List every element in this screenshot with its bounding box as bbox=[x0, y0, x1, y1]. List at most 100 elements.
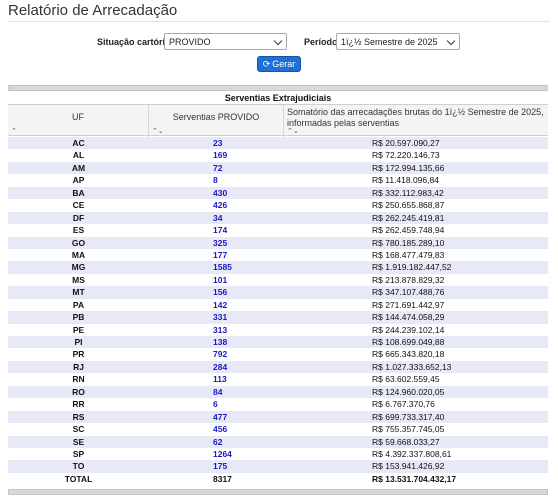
cell-serventias-link[interactable]: 23 bbox=[213, 138, 273, 148]
cell-uf: RN bbox=[72, 374, 85, 385]
chevron-down-icon bbox=[273, 36, 283, 46]
sort-icon[interactable]: ⌃⌄ bbox=[287, 127, 299, 135]
cell-serventias-link[interactable]: 8 bbox=[213, 175, 273, 185]
table-row: TO 175 R$ 153.941.426,92 bbox=[8, 460, 548, 473]
cell-serventias-link[interactable]: 101 bbox=[213, 275, 273, 285]
periodo-select[interactable]: 1ï¿½ Semestre de 2025 bbox=[336, 33, 460, 50]
cell-uf: PB bbox=[72, 312, 85, 323]
cell-uf: BA bbox=[72, 187, 85, 198]
table-row: RR 6 R$ 6.767.370,76 bbox=[8, 398, 548, 411]
cell-somatorio: R$ 755.357.745,05 bbox=[372, 424, 445, 435]
cell-uf: SE bbox=[72, 436, 85, 447]
cell-somatorio: R$ 6.767.370,76 bbox=[372, 399, 435, 410]
cell-serventias-link[interactable]: 331 bbox=[213, 312, 273, 322]
table-total-row: TOTAL 8317 R$ 13.531.704.432,17 bbox=[8, 472, 548, 486]
table-row: PB 331 R$ 144.474.058,29 bbox=[8, 311, 548, 324]
sort-icon[interactable]: ⌃⌄ bbox=[152, 127, 164, 135]
cell-uf: PE bbox=[72, 324, 85, 335]
situacao-label: Situação cartório bbox=[97, 37, 171, 47]
cell-serventias-link[interactable]: 113 bbox=[213, 374, 273, 384]
cell-somatorio: R$ 213.878.829,32 bbox=[372, 274, 445, 285]
cell-uf: MA bbox=[71, 249, 86, 260]
table-row: PI 138 R$ 108.699.049,88 bbox=[8, 336, 548, 349]
cell-uf: MT bbox=[72, 287, 85, 298]
cell-serventias-link[interactable]: 156 bbox=[213, 287, 273, 297]
situacao-select[interactable]: PROVIDO bbox=[164, 33, 287, 50]
cell-serventias-link[interactable]: 1264 bbox=[213, 449, 273, 459]
cell-uf: AC bbox=[72, 138, 85, 148]
table-row: AC 23 R$ 20.597.090,27 bbox=[8, 137, 548, 150]
cell-serventias-link[interactable]: 477 bbox=[213, 412, 273, 422]
table-row: MG 1585 R$ 1.919.182.447,52 bbox=[8, 261, 548, 274]
cell-serventias-link[interactable]: 169 bbox=[213, 150, 273, 160]
table-row: RS 477 R$ 699.733.317,40 bbox=[8, 410, 548, 424]
cell-serventias-link[interactable]: 456 bbox=[213, 424, 273, 434]
cell-serventias-link[interactable]: 138 bbox=[213, 337, 273, 347]
cell-somatorio: R$ 11.418.096,84 bbox=[372, 175, 439, 186]
cell-somatorio: R$ 1.027.333.652,13 bbox=[372, 361, 452, 372]
cell-serventias-link[interactable]: 34 bbox=[213, 213, 273, 223]
cell-somatorio: R$ 780.185.289,10 bbox=[372, 237, 445, 248]
periodo-label: Período bbox=[304, 37, 338, 47]
cell-serventias-link[interactable]: 174 bbox=[213, 225, 273, 235]
cell-serventias-link[interactable]: 792 bbox=[213, 349, 273, 359]
cell-uf: RJ bbox=[73, 361, 84, 372]
cell-serventias-link[interactable]: 84 bbox=[213, 387, 273, 397]
cell-serventias-link[interactable]: 142 bbox=[213, 300, 273, 310]
column-header-somatorio[interactable]: Somatório das arrecadações brutas do 1ï¿… bbox=[284, 105, 548, 137]
column-label-somatorio: Somatório das arrecadações brutas do 1ï¿… bbox=[287, 107, 544, 128]
cell-uf: TO bbox=[72, 461, 85, 472]
cell-uf: MS bbox=[72, 274, 85, 285]
cell-serventias-link[interactable]: 62 bbox=[213, 437, 273, 447]
cell-somatorio: R$ 4.392.337.808,61 bbox=[372, 448, 452, 459]
cell-serventias-link[interactable]: 175 bbox=[213, 461, 273, 471]
table-row: SC 456 R$ 755.357.745,05 bbox=[8, 423, 548, 436]
table-row: AP 8 R$ 11.418.096,84 bbox=[8, 174, 548, 187]
cell-uf: AP bbox=[72, 175, 85, 186]
cell-somatorio: R$ 665.343.820,18 bbox=[372, 349, 445, 360]
cell-serventias-link[interactable]: 426 bbox=[213, 200, 273, 210]
cell-somatorio: R$ 144.474.058,29 bbox=[372, 312, 445, 323]
cell-somatorio: R$ 244.239.102,14 bbox=[372, 324, 445, 335]
cell-uf: RR bbox=[72, 399, 85, 410]
cell-serventias-link[interactable]: 313 bbox=[213, 325, 273, 335]
cell-total-label: TOTAL bbox=[64, 473, 93, 484]
refresh-icon: ⟳ bbox=[262, 59, 271, 69]
section-divider-top bbox=[8, 85, 548, 91]
cell-serventias-link[interactable]: 72 bbox=[213, 163, 273, 173]
cell-serventias-link[interactable]: 284 bbox=[213, 362, 273, 372]
cell-somatorio: R$ 262.459.748,94 bbox=[372, 225, 445, 236]
cell-uf: DF bbox=[72, 212, 85, 223]
cell-somatorio: R$ 20.597.090,27 bbox=[372, 138, 440, 148]
cell-uf: PA bbox=[72, 299, 85, 310]
column-header-serventias[interactable]: Serventias PROVIDO ⌃⌄ bbox=[149, 105, 284, 137]
table-row: BA 430 R$ 332.112.983,42 bbox=[8, 186, 548, 200]
table-row: MS 101 R$ 213.878.829,32 bbox=[8, 273, 548, 287]
cell-somatorio: R$ 699.733.317,40 bbox=[372, 411, 445, 422]
table-row: AL 169 R$ 72.220.146,73 bbox=[8, 149, 548, 162]
cell-serventias-link[interactable]: 177 bbox=[213, 250, 273, 260]
cell-uf: MG bbox=[71, 262, 86, 273]
table-row: SE 62 R$ 59.668.033,27 bbox=[8, 435, 548, 448]
cell-uf: RS bbox=[72, 411, 85, 422]
table-row: PR 792 R$ 665.343.820,18 bbox=[8, 348, 548, 361]
cell-uf: RO bbox=[72, 386, 85, 397]
cell-somatorio: R$ 1.919.182.447,52 bbox=[372, 262, 452, 273]
table-body: AC 23 R$ 20.597.090,27 AL 169 R$ 72.220.146,7… bbox=[8, 137, 548, 486]
periodo-select-value: 1ï¿½ Semestre de 2025 bbox=[341, 37, 438, 47]
cell-somatorio: R$ 347.107.488,76 bbox=[372, 287, 445, 298]
section-divider-bottom bbox=[8, 489, 548, 495]
cell-somatorio: R$ 271.691.442,97 bbox=[372, 299, 445, 310]
table-row: MT 156 R$ 347.107.488,76 bbox=[8, 286, 548, 299]
cell-somatorio: R$ 250.655.868,87 bbox=[372, 200, 445, 211]
cell-serventias-link[interactable]: 1585 bbox=[213, 262, 273, 272]
column-header-uf[interactable]: UF ⌃ bbox=[8, 105, 149, 137]
cell-uf: ES bbox=[72, 225, 85, 236]
cell-serventias-link[interactable]: 430 bbox=[213, 188, 273, 198]
cell-serventias-link[interactable]: 6 bbox=[213, 399, 273, 409]
cell-total-value: R$ 13.531.704.432,17 bbox=[372, 473, 457, 484]
sort-icon[interactable]: ⌃ bbox=[11, 127, 17, 135]
cell-uf: PI bbox=[74, 337, 83, 347]
cell-serventias-link[interactable]: 325 bbox=[213, 238, 273, 248]
gerar-button[interactable]: ⟳ Gerar bbox=[257, 56, 301, 72]
